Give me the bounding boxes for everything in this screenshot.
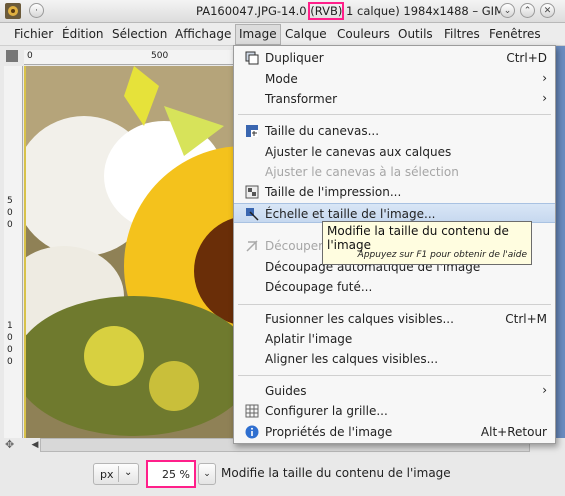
tooltip: Modifie la taille du contenu de l'image … [322, 221, 532, 265]
ruler-tick-0: 0 [27, 51, 33, 61]
shade-button[interactable]: ⌄ [500, 3, 515, 18]
menu-item-transformer[interactable]: Transformer › [234, 89, 555, 109]
print-size-icon [245, 185, 259, 199]
unit-selector[interactable]: px ⌄ [93, 463, 139, 485]
menu-separator [238, 304, 551, 305]
scale-image-icon [246, 208, 259, 221]
vruler-tick: 0 [7, 333, 13, 343]
zoom-input[interactable]: 25 % [146, 460, 196, 488]
menu-filtres[interactable]: Filtres [444, 27, 480, 41]
close-button[interactable]: ✕ [540, 3, 555, 18]
menu-item-decoupage-fute[interactable]: Découpage futé... [234, 277, 555, 297]
gimp-app-icon[interactable] [5, 3, 21, 19]
vruler-tick: 5 [7, 196, 13, 206]
menu-item-dupliquer[interactable]: Dupliquer Ctrl+D [234, 48, 555, 68]
vruler-tick: 0 [7, 220, 13, 230]
menu-calque[interactable]: Calque [285, 27, 327, 41]
menu-item-ajuster-selection[interactable]: Ajuster le canevas à la sélection [234, 162, 555, 182]
quick-mask-corner-icon[interactable] [6, 50, 18, 62]
menu-item-aligner[interactable]: Aligner les calques visibles... [234, 349, 555, 369]
crop-icon [246, 240, 258, 252]
menu-bar: Fichier Édition Sélection Affichage Imag… [0, 23, 565, 46]
menu-item-taille-impression[interactable]: Taille de l'impression... [234, 182, 555, 202]
menu-selection[interactable]: Sélection [112, 27, 167, 41]
vruler-tick: 0 [7, 345, 13, 355]
menu-edition[interactable]: Édition [62, 27, 104, 41]
submenu-arrow-icon: › [542, 91, 547, 105]
tooltip-help: Appuyez sur F1 pour obtenir de l'aide [357, 250, 527, 260]
vruler-tick: 0 [7, 357, 13, 367]
window-title: PA160047.JPG-14.0 (RVB) 1 calque) 1984x1… [196, 2, 511, 20]
menu-item-ajuster-calques[interactable]: Ajuster le canevas aux calques [234, 142, 555, 162]
duplicate-icon [245, 51, 259, 65]
menu-item-proprietes[interactable]: Propriétés de l'image Alt+Retour [234, 422, 555, 442]
grid-icon [245, 404, 259, 418]
menu-item-mode[interactable]: Mode › [234, 69, 555, 89]
chevron-down-icon: ⌄ [124, 467, 133, 478]
menu-image[interactable]: Image [235, 24, 281, 45]
maximize-button[interactable]: ⌃ [520, 3, 535, 18]
status-message: Modifie la taille du contenu de l'image [221, 466, 451, 480]
menu-item-guides[interactable]: Guides › [234, 381, 555, 401]
vertical-ruler[interactable]: 5 0 0 1 0 0 0 [4, 66, 23, 438]
title-bar: · PA160047.JPG-14.0 (RVB) 1 calque) 1984… [0, 0, 565, 23]
menu-item-aplatir[interactable]: Aplatir l'image [234, 329, 555, 349]
tooltip-text: Modifie la taille du contenu de l'image [327, 224, 509, 252]
menu-item-echelle[interactable]: Échelle et taille de l'image... [234, 203, 555, 223]
window-menu-button[interactable]: · [29, 3, 44, 18]
vruler-tick: 1 [7, 321, 13, 331]
menu-item-grille[interactable]: Configurer la grille... [234, 401, 555, 421]
menu-separator [238, 114, 551, 115]
info-icon [245, 425, 259, 439]
submenu-arrow-icon: › [542, 71, 547, 85]
menu-item-fusionner[interactable]: Fusionner les calques visibles... Ctrl+M [234, 309, 555, 329]
canvas-size-icon [246, 125, 258, 137]
menu-fichier[interactable]: Fichier [14, 27, 53, 41]
submenu-arrow-icon: › [542, 383, 547, 397]
zoom-dropdown-button[interactable]: ⌄ [198, 463, 216, 485]
vruler-tick: 0 [7, 208, 13, 218]
navigate-icon[interactable]: ✥ [5, 438, 19, 452]
status-bar: px ⌄ 25 % ⌄ Modifie la taille du contenu… [0, 456, 565, 496]
menu-separator [238, 375, 551, 376]
menu-couleurs[interactable]: Couleurs [337, 27, 390, 41]
menu-affichage[interactable]: Affichage [175, 27, 231, 41]
menu-outils[interactable]: Outils [398, 27, 433, 41]
menu-fenetres[interactable]: Fenêtres [489, 27, 541, 41]
ruler-tick-500: 500 [151, 51, 169, 61]
color-mode-label: (RVB) [308, 2, 345, 20]
menu-item-taille-canevas[interactable]: Taille du canevas... [234, 121, 555, 141]
